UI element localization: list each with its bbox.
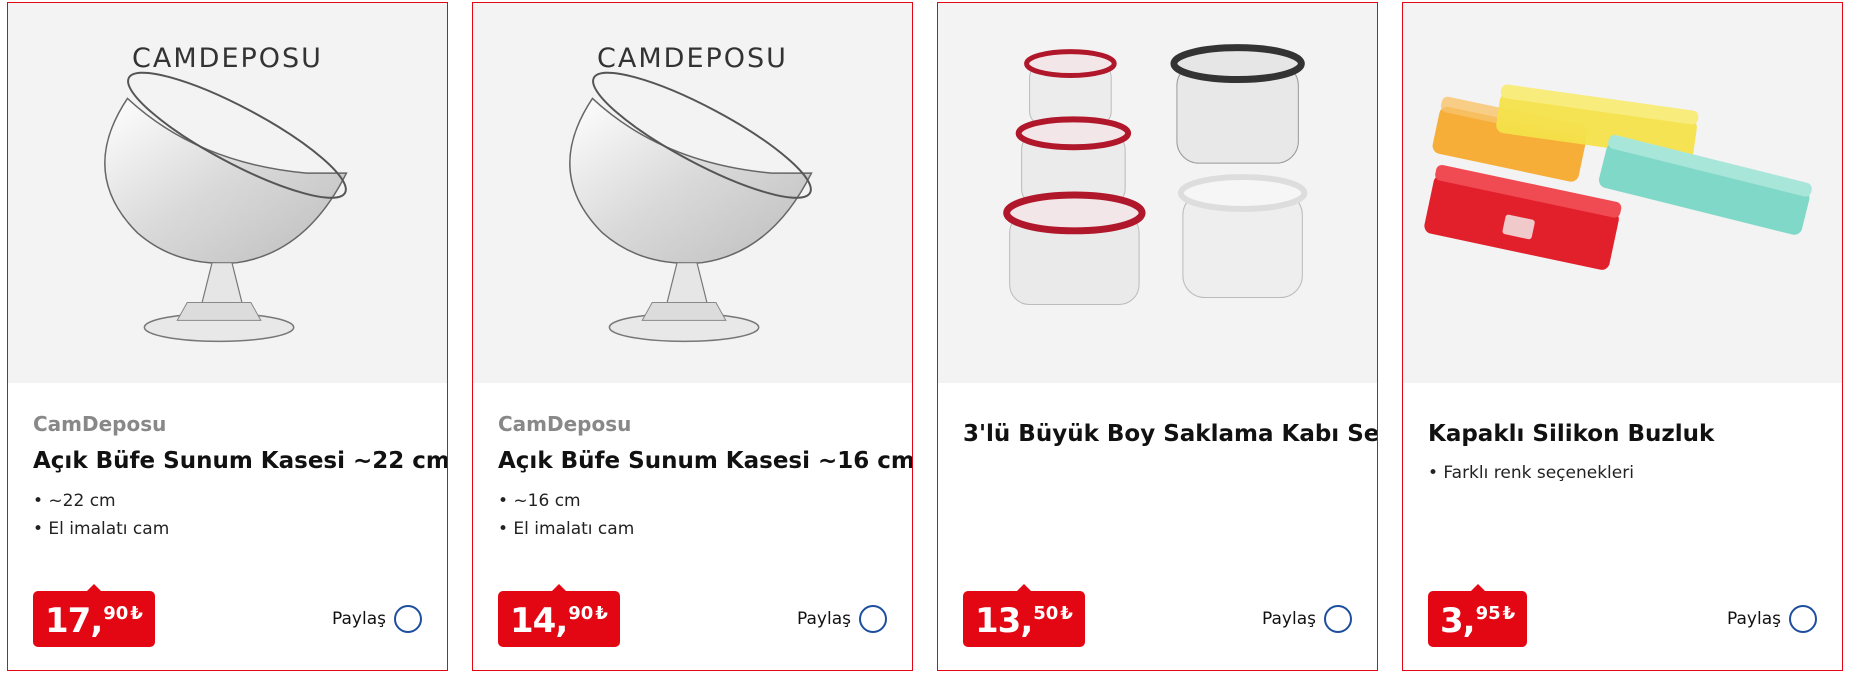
brand-name: CamDeposu [498, 412, 632, 436]
feature-list: • Farklı renk seçenekleri [1428, 459, 1634, 487]
price-badge: 14 , 90 ₺ [498, 584, 620, 647]
feature-list: • ~16 cm • El imalatı cam [498, 487, 634, 543]
feature-item: • ~22 cm [33, 491, 116, 511]
product-card[interactable]: 3'lü Büyük Boy Saklama Kabı Seti 13 , 50… [937, 2, 1378, 671]
price-decimal: 90 [568, 603, 594, 624]
share-label: Paylaş [1727, 609, 1781, 629]
product-image[interactable] [938, 3, 1377, 383]
price-separator: , [90, 601, 104, 641]
feature-item: • El imalatı cam [498, 519, 635, 539]
brand-name: CamDeposu [33, 412, 167, 436]
product-card[interactable]: Kapaklı Silikon Buzluk • Farklı renk seç… [1402, 2, 1843, 671]
share-button[interactable]: Paylaş [1262, 605, 1352, 633]
price-separator: , [1462, 601, 1476, 641]
price-badge: 3 , 95 ₺ [1428, 584, 1528, 647]
price-integer: 14 [510, 601, 556, 641]
share-icon[interactable] [1324, 605, 1352, 633]
price-separator: , [1020, 601, 1034, 641]
price-decimal: 90 [103, 603, 129, 624]
product-image[interactable]: CAMDEPOSU [8, 3, 447, 383]
price-separator: , [555, 601, 569, 641]
feature-item: • El imalatı cam [33, 519, 170, 539]
price-badge: 13 , 50 ₺ [963, 584, 1085, 647]
share-icon[interactable] [859, 605, 887, 633]
product-image[interactable]: CAMDEPOSU [473, 3, 912, 383]
product-title[interactable]: Açık Büfe Sunum Kasesi ~22 cm [33, 448, 447, 474]
glass-bowl-image [104, 71, 348, 343]
currency-symbol: ₺ [1060, 603, 1073, 624]
share-label: Paylaş [332, 609, 386, 629]
share-label: Paylaş [1262, 609, 1316, 629]
feature-item: • ~16 cm [498, 491, 581, 511]
price-integer: 3 [1440, 601, 1464, 641]
price-decimal: 50 [1033, 603, 1059, 624]
price-decimal: 95 [1475, 603, 1501, 624]
glass-bowl-image [569, 71, 813, 343]
currency-symbol: ₺ [130, 603, 143, 624]
ice-tray-image [1424, 84, 1812, 270]
share-button[interactable]: Paylaş [332, 605, 422, 633]
share-label: Paylaş [797, 609, 851, 629]
currency-symbol: ₺ [595, 603, 608, 624]
feature-item: • Farklı renk seçenekleri [1428, 463, 1634, 483]
price-integer: 13 [975, 601, 1021, 641]
product-card[interactable]: CAMDEPOSU CamDeposu Açık Büfe Sunum Kase… [7, 2, 448, 671]
share-button[interactable]: Paylaş [1727, 605, 1817, 633]
product-card[interactable]: CAMDEPOSU CamDeposu Açık Büfe Sunum Kase… [472, 2, 913, 671]
share-icon[interactable] [394, 605, 422, 633]
product-title[interactable]: Kapaklı Silikon Buzluk [1428, 421, 1828, 447]
price-badge: 17 , 90 ₺ [33, 584, 155, 647]
storage-containers-image [1003, 44, 1308, 305]
feature-list: • ~22 cm • El imalatı cam [33, 487, 169, 543]
price-integer: 17 [45, 601, 91, 641]
product-image[interactable] [1403, 3, 1842, 383]
currency-symbol: ₺ [1502, 603, 1516, 624]
share-icon[interactable] [1789, 605, 1817, 633]
share-button[interactable]: Paylaş [797, 605, 887, 633]
product-title[interactable]: 3'lü Büyük Boy Saklama Kabı Seti [963, 421, 1377, 447]
product-title[interactable]: Açık Büfe Sunum Kasesi ~16 cm [498, 448, 912, 474]
